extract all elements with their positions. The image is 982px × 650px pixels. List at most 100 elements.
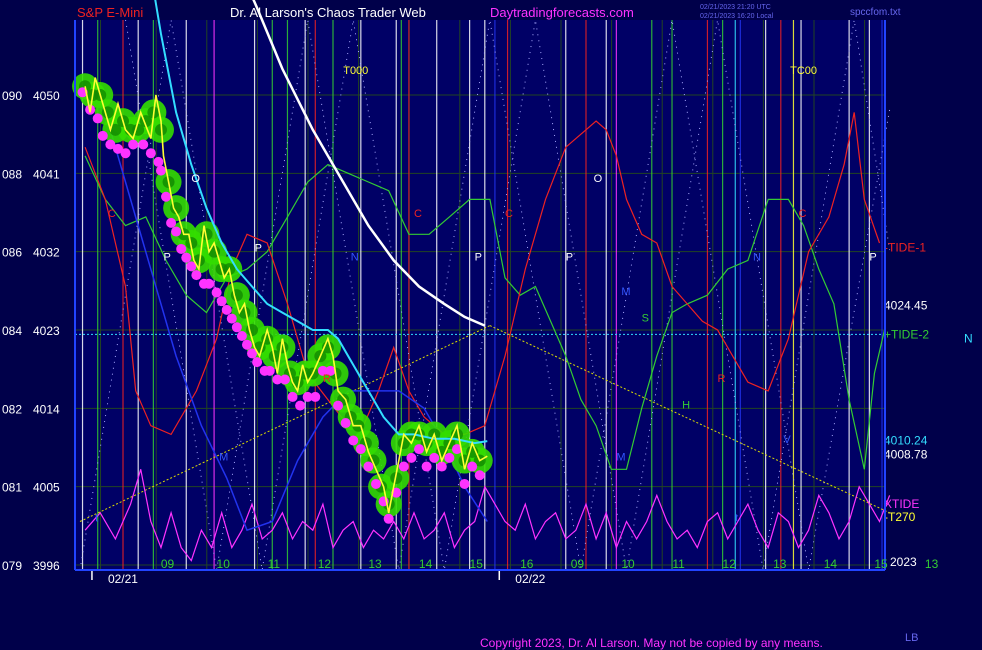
- header-site: Daytradingforecasts.com: [490, 5, 634, 20]
- pink-dot-13: [166, 217, 177, 228]
- blue-marker-5: t: [95, 512, 98, 524]
- pink-dot-44: [363, 461, 374, 472]
- right-label-2: N: [964, 332, 973, 346]
- red-marker-0: C: [108, 208, 116, 220]
- y-label-right-4005: 4005: [33, 481, 60, 495]
- x-tick-3: 12: [318, 557, 332, 571]
- right-label-6: -T270: [884, 510, 916, 524]
- x-tick-8: 09: [571, 557, 585, 571]
- x-tick-0: 09: [161, 557, 175, 571]
- pink-dot-9: [145, 148, 156, 159]
- blue-marker-4: t: [735, 512, 738, 524]
- header-file: spccfom.txt: [850, 7, 901, 18]
- pink-dot-52: [421, 461, 432, 472]
- year-label: 2023: [890, 555, 917, 569]
- pink-dot-15: [176, 243, 187, 254]
- pink-dot-6: [120, 148, 131, 159]
- white-marker-6: P: [255, 243, 262, 255]
- pink-dot-20: [204, 278, 215, 289]
- right-label-4: 4008.78: [884, 447, 928, 461]
- right-label-0: -TIDE-1: [884, 240, 926, 254]
- corner-label: LB: [905, 632, 918, 644]
- blue-marker-6: M: [219, 452, 228, 464]
- x-tick-10: 11: [672, 557, 685, 571]
- pink-dot-58: [467, 461, 478, 472]
- y-label-right-3996: 3996: [33, 559, 60, 573]
- pink-dot-57: [459, 478, 470, 489]
- pink-dot-43: [355, 444, 366, 455]
- y-label-left-086: 086: [2, 246, 22, 260]
- pink-dot-24: [226, 313, 237, 324]
- price-label: 4024.45: [884, 298, 928, 312]
- pink-dot-25: [231, 322, 242, 333]
- chaos-trader-chart: O P P P O P P C C C C R R S H N N M Vt t M M T000 TC00 -TIDE-1 +T…: [0, 0, 982, 650]
- pink-dot-18: [191, 270, 202, 281]
- red-marker-4: R: [323, 373, 331, 385]
- x-tick-1: 10: [217, 557, 231, 571]
- glow-core-20: [230, 289, 243, 302]
- x-tick-14: 15: [874, 557, 888, 571]
- top-label-0: T000: [343, 65, 368, 77]
- pink-dot-49: [398, 461, 409, 472]
- pink-dot-31: [264, 365, 275, 376]
- x-tick-5: 14: [419, 557, 433, 571]
- blue-marker-3: V: [783, 434, 791, 446]
- pink-dot-47: [383, 513, 394, 524]
- x-tick-15: 13: [925, 557, 939, 571]
- blue-marker-1: N: [753, 251, 761, 263]
- pink-dot-21: [211, 287, 222, 298]
- pink-dot-14: [171, 226, 182, 237]
- header-stamp-local: 02/21/2023 16:20 Local: [700, 13, 774, 20]
- pink-dot-37: [310, 391, 321, 402]
- x-tick-12: 13: [773, 557, 787, 571]
- right-label-1: +TIDE-2: [884, 327, 929, 341]
- pink-dot-29: [252, 357, 263, 368]
- x-tick-4: 13: [368, 557, 382, 571]
- red-marker-5: R: [718, 373, 726, 385]
- y-label-right-4014: 4014: [33, 402, 60, 416]
- x-tick-9: 10: [621, 557, 635, 571]
- x-tick-13: 14: [824, 557, 838, 571]
- green-marker-0: S: [642, 312, 649, 324]
- pink-dot-33: [279, 374, 290, 385]
- pink-dot-53: [429, 452, 440, 463]
- white-marker-4: O: [594, 173, 603, 185]
- pink-dot-40: [333, 400, 344, 411]
- y-label-left-090: 090: [2, 89, 22, 103]
- copyright: Copyright 2023, Dr. Al Larson. May not b…: [480, 636, 823, 650]
- pink-dot-42: [348, 435, 359, 446]
- x-tick-6: 15: [470, 557, 484, 571]
- x-tick-2: 11: [268, 557, 281, 571]
- pink-dot-3: [97, 130, 108, 141]
- x-tick-11: 12: [723, 557, 737, 571]
- date-label-0: 02/21: [108, 572, 138, 586]
- white-marker-5: P: [869, 251, 876, 263]
- pink-dot-27: [241, 339, 252, 350]
- y-label-right-4023: 4023: [33, 324, 60, 338]
- glow-core-22: [246, 324, 259, 336]
- pink-dot-54: [436, 461, 447, 472]
- header-title: Dr. Al Larson's Chaos Trader Web: [230, 5, 426, 20]
- pink-dot-10: [153, 156, 164, 167]
- white-marker-2: P: [475, 251, 482, 263]
- top-label-1: TC00: [790, 65, 817, 77]
- white-marker-1: P: [163, 251, 170, 263]
- pink-dot-16: [181, 252, 192, 263]
- green-marker-1: H: [682, 399, 690, 411]
- pink-dot-8: [138, 139, 149, 150]
- right-label-5: XTIDE: [884, 497, 919, 511]
- pink-dot-35: [295, 400, 306, 411]
- y-label-left-079: 079: [2, 559, 22, 573]
- pink-dot-45: [371, 478, 382, 489]
- pink-dot-41: [340, 418, 351, 429]
- y-label-right-4050: 4050: [33, 89, 60, 103]
- blue-marker-0: N: [351, 251, 359, 263]
- pink-dot-34: [287, 391, 298, 402]
- pink-dot-22: [216, 296, 227, 307]
- y-label-right-4041: 4041: [33, 167, 60, 181]
- pink-dot-11: [155, 165, 166, 176]
- header-stamp-utc: 02/21/2023 21:20 UTC: [700, 4, 771, 11]
- pink-dot-12: [161, 191, 172, 202]
- y-label-left-084: 084: [2, 324, 22, 338]
- blue-marker-2: M: [621, 286, 630, 298]
